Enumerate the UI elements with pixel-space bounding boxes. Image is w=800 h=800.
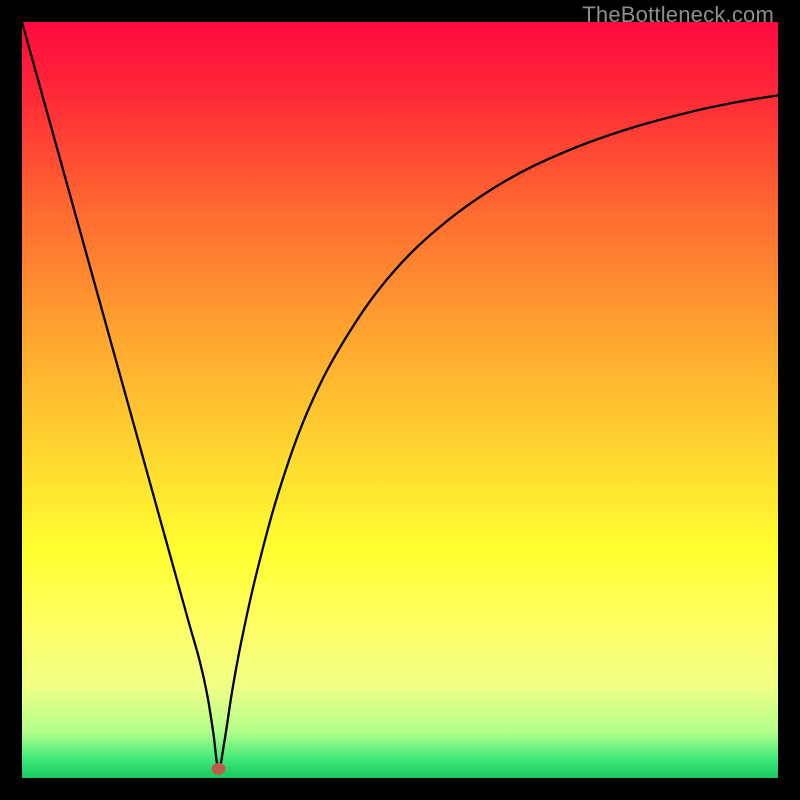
watermark-text: TheBottleneck.com bbox=[582, 2, 774, 28]
bottleneck-marker bbox=[212, 763, 226, 775]
chart-frame bbox=[22, 22, 778, 778]
gradient-background bbox=[22, 22, 778, 778]
bottleneck-chart bbox=[22, 22, 778, 778]
